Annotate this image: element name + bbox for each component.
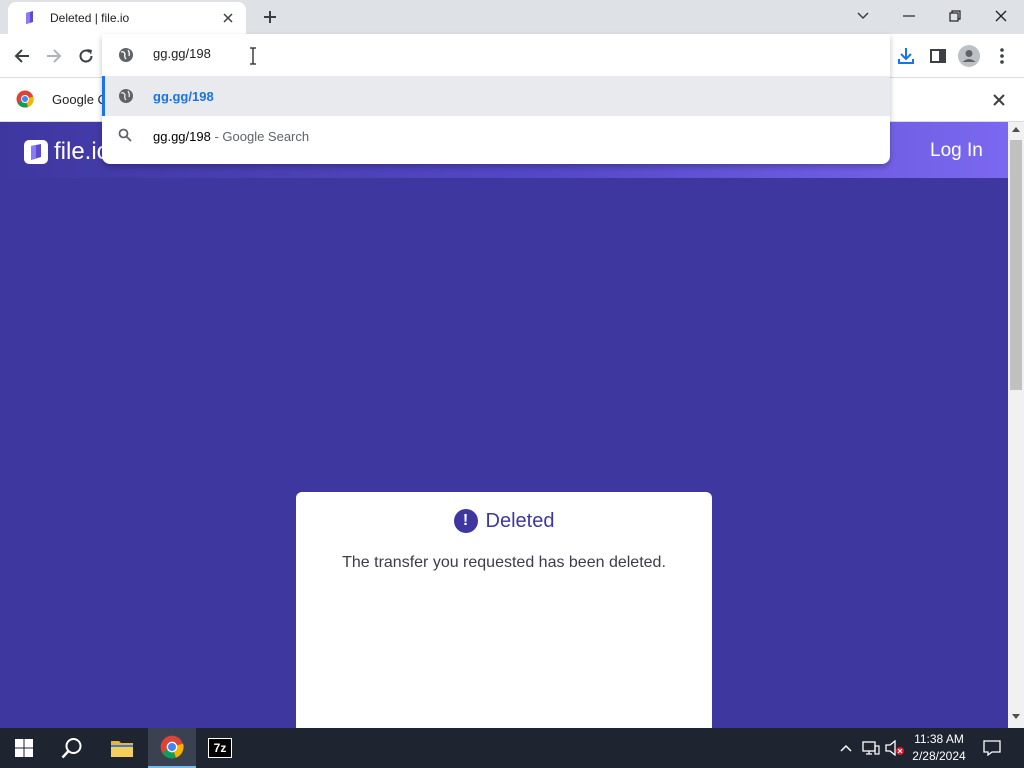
alert-icon: ! [453,509,478,533]
menu-kebab-icon[interactable] [990,44,1014,68]
reload-icon[interactable] [74,44,98,68]
suggestion-text: gg.gg/198 [153,88,214,104]
clock-time: 11:38 AM [914,732,964,746]
suggestion-suffix: - Google Search [210,128,310,144]
card-title: Deleted [485,509,555,532]
omnibox-dropdown: gg.gg/198 gg.gg/198 - Google Search [102,34,890,164]
bookmark-google[interactable]: Google C [16,90,107,108]
globe-icon [119,48,133,62]
folder-icon [111,741,133,757]
search-icon [61,738,82,759]
card-message: The transfer you requested has been dele… [342,554,666,571]
text-cursor-icon [250,47,256,65]
taskbar-clock[interactable]: 11:38 AM 2/28/2024 [904,731,974,765]
browser-tab[interactable]: Deleted | file.io [8,2,246,34]
windows-logo-icon [15,739,33,757]
suggestion-url[interactable]: gg.gg/198 [102,76,890,116]
fileio-logo-icon [24,140,48,164]
suggestion-query: gg.gg/198 [153,128,211,144]
fileio-favicon-icon [26,11,33,24]
volume-muted-icon[interactable] [884,728,906,768]
network-icon[interactable] [860,728,882,768]
login-link[interactable]: Log In [930,140,983,162]
windows-taskbar: 7z 11:38 AM 2/28/2024 [0,728,1024,768]
notifications-icon[interactable] [980,728,1004,768]
back-icon[interactable] [10,44,34,68]
downloads-icon[interactable] [894,44,918,68]
tab-search-icon[interactable] [840,0,886,32]
suggestion-search[interactable]: gg.gg/198 - Google Search [102,116,890,156]
taskbar-chrome[interactable] [148,728,196,768]
search-icon [118,128,132,142]
scroll-up-icon[interactable] [1012,126,1020,132]
forward-icon[interactable] [42,44,66,68]
omnibox [102,34,890,76]
site-logo[interactable]: file.io [24,138,110,166]
scroll-down-icon[interactable] [1012,714,1020,720]
deleted-card: ! Deleted The transfer you requested has… [296,492,712,728]
close-tab-icon[interactable] [220,10,236,26]
profile-avatar-icon[interactable] [957,44,981,68]
new-tab-icon[interactable] [260,7,280,27]
address-input[interactable] [153,46,753,61]
card-header: ! Deleted [296,509,712,533]
chrome-logo-icon [16,90,34,108]
bookmark-label: Google C [52,91,107,107]
side-panel-icon[interactable] [926,44,950,68]
tray-overflow-icon[interactable] [836,728,856,768]
minimize-icon[interactable] [886,0,932,32]
tab-title: Deleted | file.io [50,11,130,25]
taskbar-search[interactable] [48,728,96,768]
taskbar-7zip[interactable]: 7z [196,728,244,768]
globe-icon [119,89,133,103]
close-window-icon[interactable] [978,0,1024,32]
suggestion-text: gg.gg/198 - Google Search [153,129,309,144]
chrome-logo-icon [160,735,184,759]
7zip-icon: 7z [208,738,232,758]
page-content: file.io o Log In ! Deleted The transfer … [0,122,1008,728]
scrollbar-thumb[interactable] [1010,140,1022,390]
taskbar-file-explorer[interactable] [98,728,146,768]
close-bar-icon[interactable] [990,91,1008,109]
page-scrollbar[interactable] [1008,122,1024,728]
restore-icon[interactable] [932,0,978,32]
start-button[interactable] [0,728,48,768]
tab-strip: Deleted | file.io [0,0,1024,34]
clock-date: 2/28/2024 [912,749,966,763]
